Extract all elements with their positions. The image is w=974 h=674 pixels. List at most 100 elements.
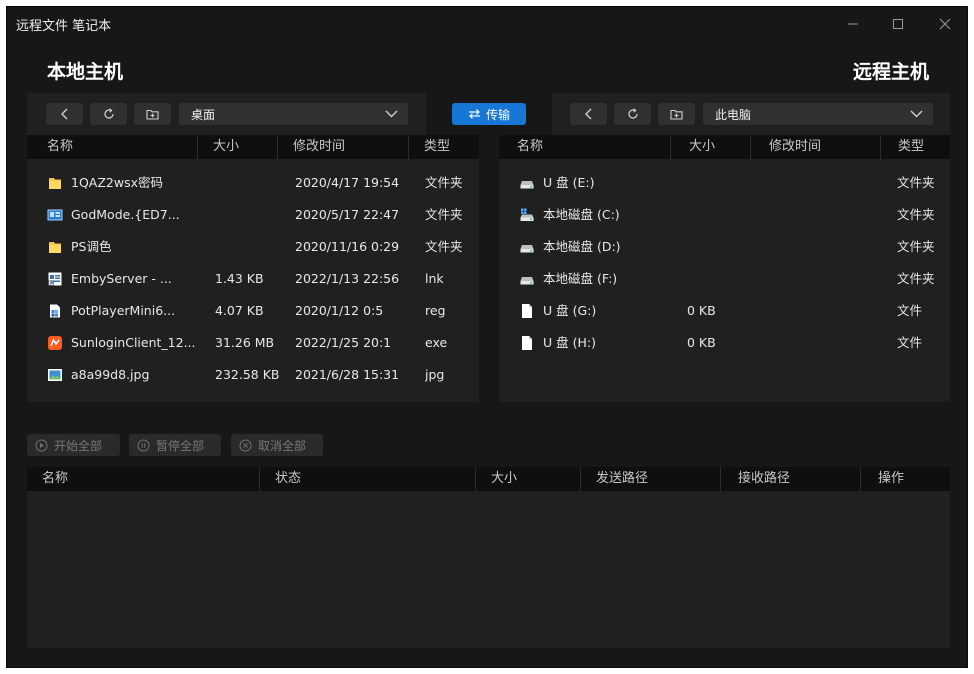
local-back-button[interactable] [46, 103, 83, 125]
shortcut-icon [48, 272, 62, 286]
local-column-header: 名称 大小 修改时间 类型 [27, 135, 479, 159]
file-modified: 2021/6/28 15:31 [295, 367, 400, 382]
pause-all-label: 暂停全部 [156, 438, 205, 453]
local-refresh-button[interactable] [90, 103, 127, 125]
chevron-left-icon [584, 108, 591, 120]
file-modified: 2020/4/17 19:54 [295, 175, 400, 190]
start-all-label: 开始全部 [54, 438, 103, 453]
local-col-modified[interactable]: 修改时间 [285, 135, 345, 159]
queue-col-status[interactable]: 状态 [267, 467, 301, 491]
file-name: U 盘 (H:) [543, 335, 596, 350]
file-type: 文件夹 [897, 175, 935, 190]
remote-file-row[interactable]: 本地磁盘 (D:) 文件夹 [499, 231, 950, 263]
queue-col-size[interactable]: 大小 [483, 467, 517, 491]
start-all-button[interactable]: 开始全部 [27, 434, 120, 456]
blank-file-icon [522, 336, 532, 350]
local-file-row[interactable]: GodMode.{ED7... 2020/5/17 22:47 文件夹 [27, 199, 479, 231]
file-type: 文件夹 [897, 239, 935, 254]
local-file-row[interactable]: SunloginClient_12... 31.26 MB 2022/1/25 … [27, 327, 479, 359]
control-panel-icon [47, 209, 63, 221]
file-size: 0 KB [687, 303, 716, 318]
file-name: EmbyServer - ... [71, 271, 172, 286]
local-path-select[interactable]: 桌面 [179, 103, 408, 125]
remote-file-row[interactable]: 本地磁盘 (F:) 文件夹 [499, 263, 950, 295]
remote-new-folder-button[interactable] [658, 103, 695, 125]
minimize-icon [848, 23, 858, 25]
pause-circle-icon [137, 439, 150, 451]
pause-all-button[interactable]: 暂停全部 [129, 434, 221, 456]
file-size: 1.43 KB [215, 271, 264, 286]
remote-col-size[interactable]: 大小 [681, 135, 715, 159]
cancel-all-button[interactable]: 取消全部 [231, 434, 323, 456]
blank-file-icon [522, 304, 532, 318]
remote-back-button[interactable] [570, 103, 607, 125]
file-type: 文件夹 [425, 207, 463, 222]
file-name: 1QAZ2wsx密码 [71, 175, 163, 190]
maximize-icon [893, 19, 903, 29]
window-title: 远程文件 笔记本 [16, 19, 112, 34]
remote-file-row[interactable]: U 盘 (G:) 0 KB 文件 [499, 295, 950, 327]
folder-icon [49, 242, 61, 253]
local-file-row[interactable]: a8a99d8.jpg 232.58 KB 2021/6/28 15:31 jp… [27, 359, 479, 391]
local-new-folder-button[interactable] [134, 103, 171, 125]
cancel-all-label: 取消全部 [258, 438, 307, 453]
local-file-row[interactable]: PotPlayerMini6... 4.07 KB 2020/1/12 0:5 … [27, 295, 479, 327]
queue-col-receive-path[interactable]: 接收路径 [730, 467, 790, 491]
drive-icon [520, 245, 534, 253]
file-modified: 2020/5/17 22:47 [295, 207, 400, 222]
local-file-row[interactable]: EmbyServer - ... 1.43 KB 2022/1/13 22:56… [27, 263, 479, 295]
remote-col-type[interactable]: 类型 [890, 135, 924, 159]
file-modified: 2020/1/12 0:5 [295, 303, 384, 318]
remote-path-select[interactable]: 此电脑 [703, 103, 933, 125]
file-size: 232.58 KB [215, 367, 280, 382]
remote-refresh-button[interactable] [614, 103, 651, 125]
remote-col-modified[interactable]: 修改时间 [761, 135, 821, 159]
file-type: exe [425, 335, 448, 350]
file-name: a8a99d8.jpg [71, 367, 150, 382]
folder-icon [49, 178, 61, 189]
remote-file-row[interactable]: 本地磁盘 (C:) 文件夹 [499, 199, 950, 231]
queue-column-header: 名称 状态 大小 发送路径 接收路径 操作 [27, 467, 950, 491]
file-type: 文件夹 [897, 207, 935, 222]
file-modified: 2022/1/25 20:1 [295, 335, 392, 350]
local-col-type[interactable]: 类型 [416, 135, 450, 159]
local-path-value: 桌面 [191, 108, 216, 122]
play-circle-icon [35, 439, 48, 451]
chevron-down-icon [910, 110, 923, 118]
file-name: U 盘 (E:) [543, 175, 595, 190]
transfer-button[interactable]: 传输 [452, 103, 526, 125]
local-col-size[interactable]: 大小 [205, 135, 239, 159]
file-name: 本地磁盘 (F:) [543, 271, 618, 286]
cancel-circle-icon [239, 439, 252, 451]
queue-col-send-path[interactable]: 发送路径 [588, 467, 648, 491]
maximize-button[interactable] [884, 13, 912, 35]
file-name: 本地磁盘 (D:) [543, 239, 621, 254]
queue-col-name[interactable]: 名称 [34, 467, 68, 491]
remote-col-name[interactable]: 名称 [509, 135, 543, 159]
registry-icon [50, 304, 60, 318]
refresh-icon [627, 108, 638, 119]
local-file-panel: 名称 大小 修改时间 类型 1QAZ2wsx密码 2020/4/17 19:54… [27, 135, 479, 402]
remote-file-row[interactable]: U 盘 (E:) 文件夹 [499, 167, 950, 199]
file-name: GodMode.{ED7... [71, 207, 180, 222]
close-icon [939, 18, 951, 30]
local-col-name[interactable]: 名称 [39, 135, 73, 159]
file-name: U 盘 (G:) [543, 303, 597, 318]
app-window: 远程文件 笔记本 本地主机 远程主机 桌面 传输 此电脑 名称 大小 修改时间 … [6, 6, 968, 668]
queue-col-action[interactable]: 操作 [870, 467, 904, 491]
new-folder-icon [146, 109, 159, 120]
transfer-queue-panel: 名称 状态 大小 发送路径 接收路径 操作 [27, 467, 950, 648]
swap-arrows-icon [468, 109, 480, 119]
file-size: 0 KB [687, 335, 716, 350]
system-drive-icon [520, 208, 534, 221]
minimize-button[interactable] [839, 13, 867, 35]
remote-file-row[interactable]: U 盘 (H:) 0 KB 文件 [499, 327, 950, 359]
local-file-row[interactable]: PS调色 2020/11/16 0:29 文件夹 [27, 231, 479, 263]
chevron-left-icon [60, 108, 67, 120]
file-type: reg [425, 303, 446, 318]
drive-icon [520, 277, 534, 285]
local-host-heading: 本地主机 [47, 61, 124, 83]
close-button[interactable] [931, 13, 959, 35]
local-file-row[interactable]: 1QAZ2wsx密码 2020/4/17 19:54 文件夹 [27, 167, 479, 199]
file-type: 文件 [897, 335, 923, 350]
